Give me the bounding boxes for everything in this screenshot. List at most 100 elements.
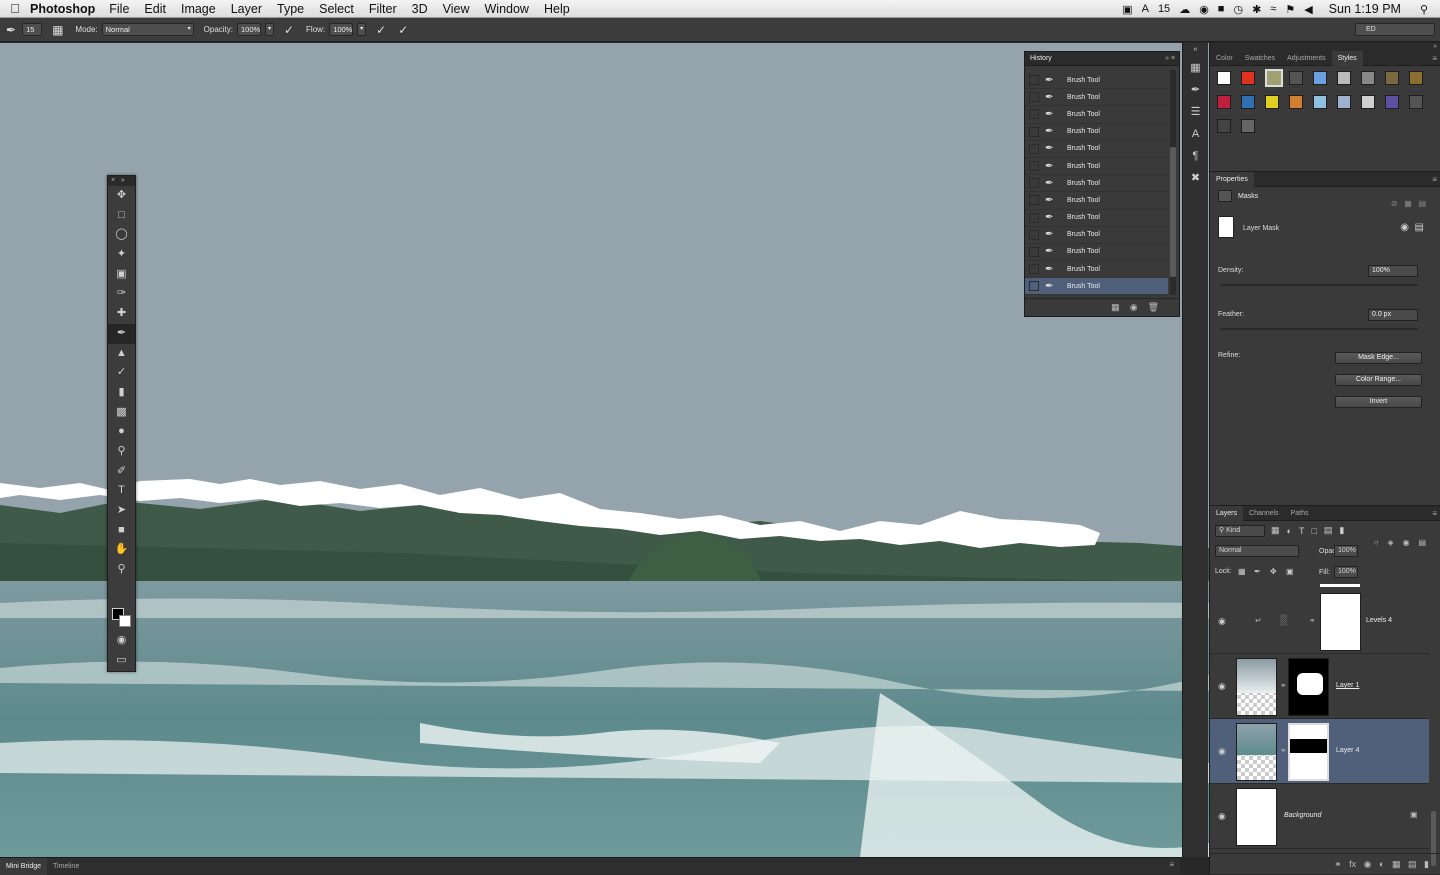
tab-swatches[interactable]: Swatches [1239, 51, 1281, 66]
feather-slider[interactable] [1220, 328, 1418, 330]
fill-field[interactable]: 100% [1334, 566, 1358, 578]
brush-size-picker[interactable]: 15 [22, 23, 43, 36]
gradient-tool-icon[interactable]: ▩ [108, 403, 135, 423]
layer-row-background[interactable]: ◉ Background ▣ [1210, 784, 1429, 849]
character-panel-icon[interactable]: A [1183, 123, 1208, 145]
link-icon[interactable]: ⚭ [1280, 746, 1287, 755]
tool-presets-icon[interactable]: ✖ [1183, 167, 1208, 189]
smart-object-filter-icon[interactable]: ▤ [1324, 525, 1333, 536]
bluetooth-icon[interactable]: ✱ [1252, 3, 1261, 16]
tab-adjustments[interactable]: Adjustments [1281, 51, 1332, 66]
type-filter-icon[interactable]: T [1299, 526, 1305, 536]
pixel-filter-icon[interactable]: ▦ [1271, 525, 1280, 536]
collapse-arrows-icon[interactable]: « [1183, 43, 1208, 57]
fx-icon[interactable]: fx [1349, 859, 1356, 869]
style-swatch[interactable] [1409, 71, 1423, 85]
layer-mask-thumbnail[interactable] [1218, 216, 1234, 238]
style-swatch[interactable] [1289, 95, 1303, 109]
tab-channels[interactable]: Channels [1243, 506, 1285, 521]
flag-icon[interactable]: ⚑ [1285, 3, 1295, 16]
menu-help[interactable]: Help [544, 2, 570, 16]
dodge-tool-icon[interactable]: ⚲ [108, 442, 135, 462]
tab-paths[interactable]: Paths [1285, 506, 1315, 521]
style-swatch[interactable] [1241, 119, 1255, 133]
app-status-icon[interactable]: ■ [1218, 3, 1225, 15]
new-layer-icon[interactable]: ▤ [1408, 859, 1417, 869]
menu-window[interactable]: Window [485, 2, 529, 16]
history-brush-tool-icon[interactable]: ✓ [108, 363, 135, 383]
history-item[interactable]: ✒ Brush Tool [1025, 141, 1168, 158]
flow-dropdown[interactable]: ▾ [357, 23, 367, 36]
trash-icon[interactable]: ▮ [1424, 859, 1429, 869]
menu-view[interactable]: View [443, 2, 470, 16]
snapshot-checkbox[interactable] [1029, 264, 1039, 275]
style-swatch[interactable] [1409, 95, 1423, 109]
status-count[interactable]: 15 [1158, 3, 1170, 15]
style-swatch[interactable] [1361, 95, 1375, 109]
apple-icon[interactable]:  [0, 1, 30, 16]
link-layers-icon[interactable]: ⚭ [1334, 859, 1342, 869]
history-item[interactable]: ✒ Brush Tool [1025, 192, 1168, 210]
layer-row-layer-1[interactable]: ◉ ⚭ Layer 1 [1210, 654, 1429, 719]
tab-color[interactable]: Color [1210, 51, 1239, 66]
style-swatch[interactable] [1313, 95, 1327, 109]
menu-3d[interactable]: 3D [412, 2, 428, 16]
style-swatch[interactable] [1241, 95, 1255, 109]
menu-file[interactable]: File [109, 2, 129, 16]
background-color-swatch[interactable] [119, 615, 131, 627]
layer-mask-thumbnail[interactable] [1288, 658, 1329, 716]
hand-tool-icon[interactable]: ✋ [108, 540, 135, 560]
eraser-tool-icon[interactable]: ▮ [108, 383, 135, 403]
crop-tool-icon[interactable]: ▣ [108, 265, 135, 285]
layer-name[interactable]: Levels 4 [1366, 617, 1392, 624]
style-swatch[interactable] [1217, 119, 1231, 133]
adjustment-filter-icon[interactable]: ◐ [1287, 526, 1292, 536]
style-swatch[interactable] [1289, 71, 1303, 85]
style-swatch-none[interactable] [1217, 71, 1231, 85]
layer-thumbnail[interactable] [1236, 723, 1277, 781]
style-swatch[interactable] [1241, 71, 1255, 85]
menu-select[interactable]: Select [319, 2, 354, 16]
history-item[interactable]: ✒ Brush Tool [1025, 244, 1168, 262]
history-panel-icon[interactable]: ▦ [1183, 57, 1208, 79]
add-mask-icon[interactable]: ◉ [1364, 859, 1372, 869]
menu-image[interactable]: Image [181, 2, 216, 16]
brush-panel-icon[interactable]: ▦ [52, 23, 63, 37]
layer-mask-thumbnail[interactable] [1320, 593, 1361, 651]
lock-all-icon[interactable]: ▣ [1286, 567, 1294, 576]
style-swatch[interactable] [1361, 71, 1375, 85]
workspace-switcher[interactable]: ED [1355, 23, 1435, 36]
history-item[interactable]: ✒ Brush Tool [1025, 89, 1168, 107]
tab-properties[interactable]: Properties [1210, 171, 1254, 187]
layer-opacity-field[interactable]: 100% [1334, 545, 1358, 557]
pixel-mask-icon[interactable]: ◉ [1400, 222, 1409, 233]
brush-presets-icon[interactable]: ✒ [1183, 79, 1208, 101]
history-item[interactable]: ✒ Brush Tool [1025, 124, 1168, 141]
layer-thumbnail[interactable] [1236, 658, 1277, 716]
layer-name[interactable]: Layer 1 [1336, 682, 1359, 689]
adjustments-icon[interactable]: ☰ [1183, 101, 1208, 123]
color-range-button[interactable]: Color Range... [1335, 374, 1422, 386]
adobe-status-icon[interactable]: A [1142, 3, 1149, 15]
opacity-dropdown[interactable]: ▾ [264, 23, 274, 36]
marquee-tool-icon[interactable]: □ [108, 206, 135, 226]
snapshot-checkbox[interactable] [1029, 143, 1039, 154]
history-item[interactable]: ✒ Brush Tool [1025, 158, 1168, 176]
snapshot-checkbox[interactable] [1029, 75, 1039, 86]
snapshot-checkbox[interactable] [1029, 212, 1039, 223]
history-panel-title[interactable]: History [1025, 52, 1179, 66]
panel-menu-icon[interactable]: ≡ [1432, 506, 1437, 521]
history-item[interactable]: ✒ Brush Tool [1025, 175, 1168, 193]
eye-icon[interactable]: ◉ [1218, 616, 1226, 627]
layer-thumbnail[interactable] [1236, 788, 1277, 846]
style-swatch[interactable] [1385, 71, 1399, 85]
menu-layer[interactable]: Layer [231, 2, 262, 16]
layer-row-levels-4[interactable]: ◉ ↵ ░ ⚭ Levels 4 [1210, 589, 1429, 654]
magic-wand-tool-icon[interactable]: ✦ [108, 245, 135, 265]
snapshot-checkbox[interactable] [1029, 92, 1039, 103]
shape-filter-icon[interactable]: □ [1311, 526, 1316, 536]
panel-menu-icon[interactable]: ≡ [1169, 860, 1174, 869]
layer-mask-thumbnail-active[interactable] [1288, 723, 1329, 781]
style-swatch[interactable] [1313, 71, 1327, 85]
style-swatch[interactable] [1385, 95, 1399, 109]
